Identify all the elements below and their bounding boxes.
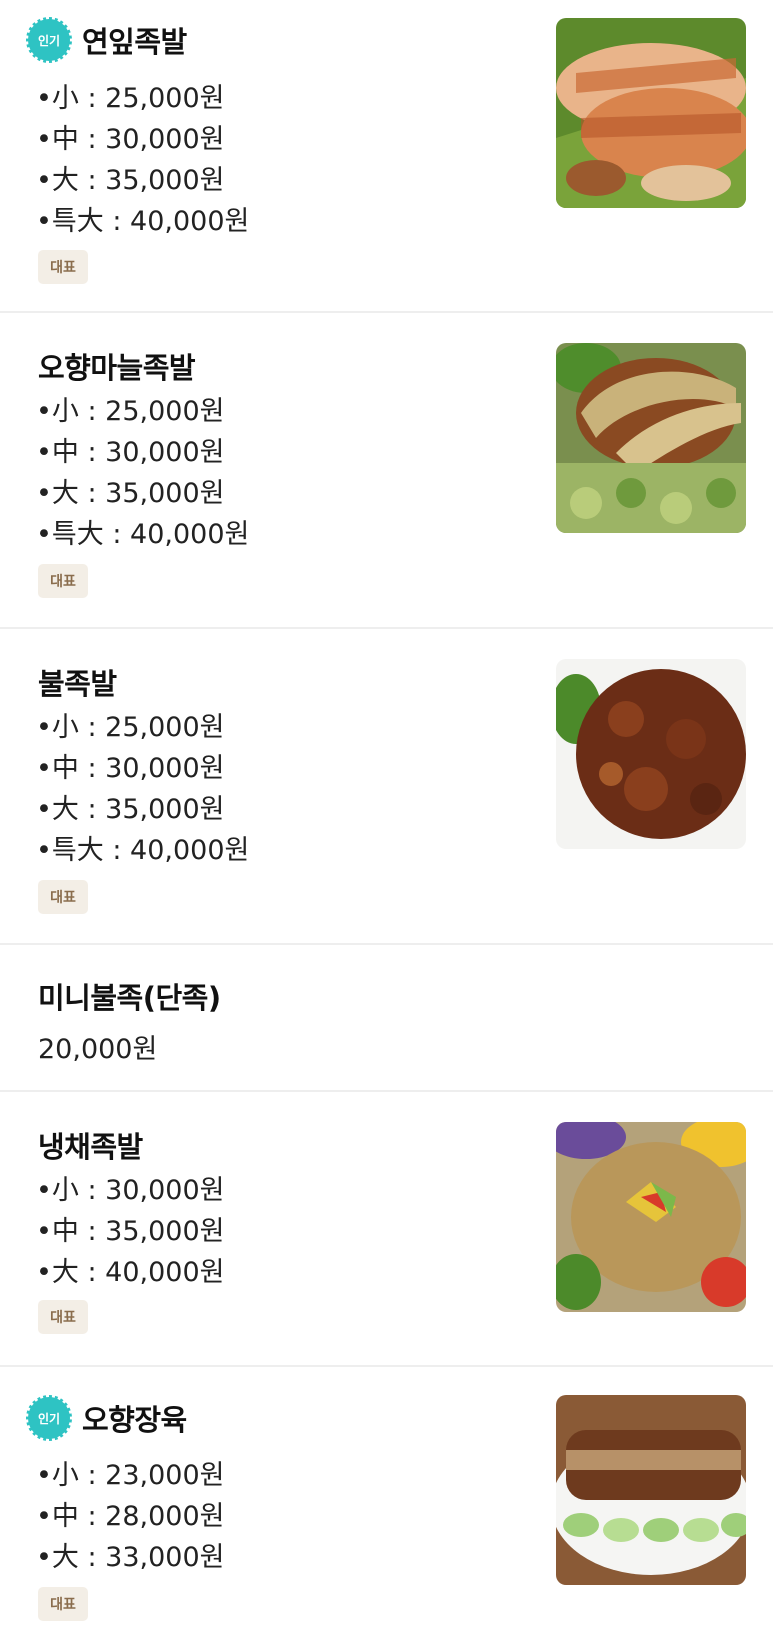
price-options: •小 : 25,000원 •中 : 30,000원 •大 : 35,000원 •…	[36, 78, 249, 242]
price-option: •小 : 25,000원	[36, 712, 225, 743]
price-option: •大 : 33,000원	[36, 1542, 225, 1573]
signature-tag: 대표	[38, 1300, 88, 1334]
price-option: •中 : 30,000원	[36, 437, 225, 468]
menu-item-name: 연잎족발	[82, 25, 187, 59]
five-spice-pork-photo[interactable]	[556, 1395, 746, 1585]
menu-item-title-row: 불족발	[28, 661, 117, 703]
signature-tag: 대표	[38, 250, 88, 284]
menu-item-title-row: 미니불족(단족)	[28, 975, 221, 1017]
price-option: •특大 : 40,000원	[36, 519, 250, 550]
menu-item[interactable]: 오향마늘족발 •小 : 25,000원 •中 : 30,000원 •大 : 35…	[0, 313, 773, 629]
food-photo-graphic	[556, 18, 746, 208]
menu-item-title-row: 냉채족발	[28, 1124, 143, 1166]
price-options: •小 : 30,000원 •中 : 35,000원 •大 : 40,000원	[36, 1170, 225, 1293]
price-option: •小 : 25,000원	[36, 83, 225, 114]
menu-item[interactable]: 인기 연잎족발 •小 : 25,000원 •中 : 30,000원 •大 : 3…	[0, 0, 773, 313]
price-option: •大 : 40,000원	[36, 1257, 225, 1288]
pork-hock-lotus-leaf-photo[interactable]	[556, 18, 746, 208]
price-option: •특大 : 40,000원	[36, 835, 250, 866]
price-option: •小 : 25,000원	[36, 396, 225, 427]
price-option: •小 : 30,000원	[36, 1175, 225, 1206]
food-photo-graphic	[556, 1122, 746, 1312]
garlic-pork-hock-photo[interactable]	[556, 343, 746, 533]
menu-item-title-row: 인기 연잎족발	[26, 17, 187, 63]
price-option: •大 : 35,000원	[36, 478, 225, 509]
menu-list: 인기 연잎족발 •小 : 25,000원 •中 : 30,000원 •大 : 3…	[0, 0, 773, 1640]
spicy-pork-hock-photo[interactable]	[556, 659, 746, 849]
menu-item-price: 20,000원	[38, 1034, 158, 1065]
price-option: •中 : 28,000원	[36, 1501, 225, 1532]
popular-badge: 인기	[26, 17, 72, 63]
menu-item[interactable]: 불족발 •小 : 25,000원 •中 : 30,000원 •大 : 35,00…	[0, 629, 773, 945]
price-options: •小 : 25,000원 •中 : 30,000원 •大 : 35,000원 •…	[36, 391, 249, 555]
menu-item-name: 오향마늘족발	[38, 351, 196, 385]
price-option: •中 : 35,000원	[36, 1216, 225, 1247]
menu-item-name: 냉채족발	[38, 1130, 143, 1164]
price-options: •小 : 25,000원 •中 : 30,000원 •大 : 35,000원 •…	[36, 707, 249, 871]
menu-item-name: 미니불족(단족)	[38, 981, 221, 1015]
menu-item-title-row: 오향마늘족발	[28, 345, 196, 387]
price-option: •특大 : 40,000원	[36, 206, 250, 237]
menu-item[interactable]: 냉채족발 •小 : 30,000원 •中 : 35,000원 •大 : 40,0…	[0, 1092, 773, 1367]
cold-salad-pork-hock-photo[interactable]	[556, 1122, 746, 1312]
food-photo-graphic	[556, 1395, 746, 1585]
signature-tag: 대표	[38, 880, 88, 914]
price-option: •大 : 35,000원	[36, 165, 225, 196]
menu-item[interactable]: 미니불족(단족) 20,000원	[0, 945, 773, 1092]
price-option: •中 : 30,000원	[36, 753, 225, 784]
food-photo-graphic	[556, 343, 746, 533]
popular-badge: 인기	[26, 1395, 72, 1441]
signature-tag: 대표	[38, 1587, 88, 1621]
menu-item[interactable]: 인기 오향장육 •小 : 23,000원 •中 : 28,000원 •大 : 3…	[0, 1367, 773, 1640]
menu-item-name: 오향장육	[82, 1403, 187, 1437]
food-photo-graphic	[556, 659, 746, 849]
price-option: •中 : 30,000원	[36, 124, 225, 155]
signature-tag: 대표	[38, 564, 88, 598]
price-option: •小 : 23,000원	[36, 1460, 225, 1491]
menu-item-title-row: 인기 오향장육	[26, 1395, 187, 1441]
menu-item-name: 불족발	[38, 667, 117, 701]
price-options: •小 : 23,000원 •中 : 28,000원 •大 : 33,000원	[36, 1455, 225, 1578]
price-option: •大 : 35,000원	[36, 794, 225, 825]
